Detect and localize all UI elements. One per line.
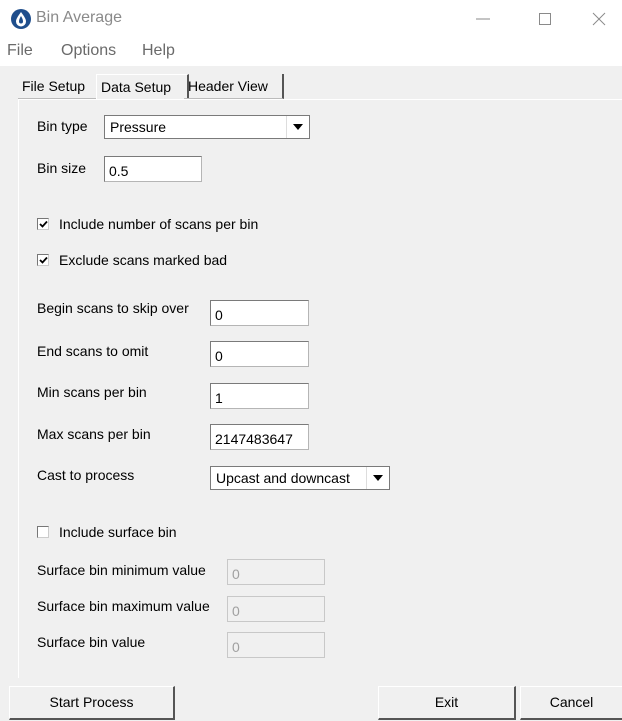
cast-select[interactable]: Upcast and downcast <box>210 466 390 490</box>
max-scans-input[interactable] <box>210 424 309 450</box>
surface-min-label: Surface bin minimum value <box>37 562 206 578</box>
bin-type-value: Pressure <box>110 119 167 135</box>
surface-value-input <box>227 632 325 658</box>
max-scans-label: Max scans per bin <box>37 426 151 442</box>
close-icon <box>592 12 606 26</box>
title-bar: Bin Average <box>0 0 622 38</box>
cast-label: Cast to process <box>37 467 135 483</box>
bin-type-select[interactable]: Pressure <box>104 115 310 139</box>
chevron-down-icon <box>293 124 303 130</box>
bin-type-label: Bin type <box>37 118 88 134</box>
min-scans-label: Min scans per bin <box>37 384 147 400</box>
begin-skip-label: Begin scans to skip over <box>37 300 189 316</box>
close-button[interactable] <box>576 0 622 38</box>
surface-max-input <box>227 596 325 622</box>
minimize-icon <box>476 18 490 20</box>
start-process-button[interactable]: Start Process <box>9 686 175 720</box>
cancel-button[interactable]: Cancel <box>520 686 622 720</box>
tab-data-setup[interactable]: Data Setup <box>96 74 189 100</box>
exclude-bad-checkbox[interactable] <box>37 254 49 266</box>
menu-help[interactable]: Help <box>142 42 175 60</box>
min-scans-input[interactable] <box>210 383 309 409</box>
bin-type-dropdown-button[interactable] <box>286 116 309 138</box>
begin-skip-input[interactable] <box>210 300 309 326</box>
surface-value-label: Surface bin value <box>37 634 146 650</box>
bin-size-input[interactable] <box>104 156 202 182</box>
maximize-icon <box>539 13 551 25</box>
chevron-down-icon <box>373 475 383 481</box>
end-omit-label: End scans to omit <box>37 343 149 359</box>
surface-max-label: Surface bin maximum value <box>37 598 210 614</box>
minimize-button[interactable] <box>460 0 506 38</box>
bin-size-label: Bin size <box>37 160 87 176</box>
check-icon <box>39 220 48 228</box>
include-surface-label: Include surface bin <box>59 524 177 540</box>
cast-dropdown-button[interactable] <box>366 467 389 489</box>
check-icon <box>39 256 48 264</box>
include-surface-checkbox[interactable] <box>37 526 49 538</box>
window-title: Bin Average <box>36 9 122 26</box>
maximize-button[interactable] <box>522 0 568 38</box>
surface-min-input <box>227 559 325 585</box>
water-drop-icon <box>11 9 31 29</box>
tab-header-view[interactable]: Header View <box>184 74 284 99</box>
exit-button[interactable]: Exit <box>378 686 516 720</box>
end-omit-input[interactable] <box>210 341 309 367</box>
include-scans-label: Include number of scans per bin <box>59 216 259 232</box>
exclude-bad-label: Exclude scans marked bad <box>59 252 228 268</box>
include-scans-checkbox[interactable] <box>37 218 49 230</box>
cast-value: Upcast and downcast <box>216 470 350 486</box>
tab-file-setup[interactable]: File Setup <box>18 74 98 99</box>
menu-options[interactable]: Options <box>61 42 116 60</box>
menu-bar: File Options Help <box>0 38 622 66</box>
menu-file[interactable]: File <box>7 42 33 60</box>
